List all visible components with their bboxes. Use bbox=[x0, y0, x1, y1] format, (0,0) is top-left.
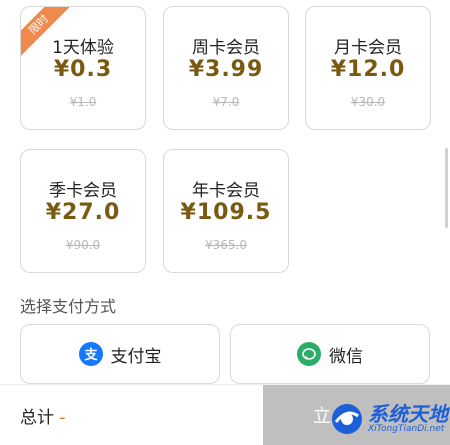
total-value: - bbox=[59, 408, 66, 428]
total-label: 总计 - bbox=[20, 403, 66, 428]
wechat-label: 微信 bbox=[329, 346, 363, 367]
plan-original-price: ¥7.0 bbox=[212, 95, 240, 109]
pay-now-label: 立 bbox=[313, 406, 331, 427]
svg-text:支: 支 bbox=[83, 347, 98, 362]
plan-price: ¥3.99 bbox=[188, 57, 264, 82]
plan-price: ¥27.0 bbox=[45, 200, 121, 225]
payment-section-title: 选择支付方式 bbox=[20, 297, 117, 316]
plan-original-price: ¥365.0 bbox=[205, 238, 247, 252]
plan-name: 年卡会员 bbox=[192, 181, 260, 201]
plan-card-week[interactable]: 周卡会员 ¥3.99 ¥7.0 bbox=[163, 6, 289, 130]
watermark-en: XiTongTianDi.net bbox=[368, 423, 445, 434]
wechat-icon bbox=[297, 342, 321, 366]
plan-original-price: ¥1.0 bbox=[69, 95, 97, 109]
alipay-icon: 支 bbox=[78, 342, 103, 366]
plan-card-1day[interactable]: 限时 1天体验 ¥0.3 ¥1.0 bbox=[20, 6, 146, 130]
plan-price: ¥12.0 bbox=[330, 57, 406, 82]
plan-name: 月卡会员 bbox=[334, 38, 402, 58]
plan-name: 周卡会员 bbox=[192, 38, 260, 58]
total-label-text: 总计 bbox=[20, 408, 54, 428]
wechat-option[interactable]: 微信 bbox=[230, 324, 430, 384]
watermark-cn: 系统天地 bbox=[368, 401, 448, 426]
plan-card-year[interactable]: 年卡会员 ¥109.5 ¥365.0 bbox=[163, 149, 289, 273]
plan-card-quarter[interactable]: 季卡会员 ¥27.0 ¥90.0 bbox=[20, 149, 146, 273]
plan-original-price: ¥90.0 bbox=[65, 238, 101, 252]
plan-original-price: ¥30.0 bbox=[350, 95, 386, 109]
plan-card-month[interactable]: 月卡会员 ¥12.0 ¥30.0 bbox=[305, 6, 431, 130]
alipay-option[interactable]: 支 支付宝 bbox=[20, 324, 220, 384]
plan-price: ¥109.5 bbox=[180, 200, 272, 225]
plan-name: 季卡会员 bbox=[49, 181, 117, 201]
alipay-label: 支付宝 bbox=[110, 346, 162, 367]
scrollbar[interactable] bbox=[445, 148, 448, 228]
plan-name: 1天体验 bbox=[52, 38, 114, 58]
plan-price: ¥0.3 bbox=[53, 57, 113, 82]
site-watermark: 系统天地 XiTongTianDi.net bbox=[330, 396, 450, 442]
watermark-logo-icon bbox=[332, 404, 362, 434]
